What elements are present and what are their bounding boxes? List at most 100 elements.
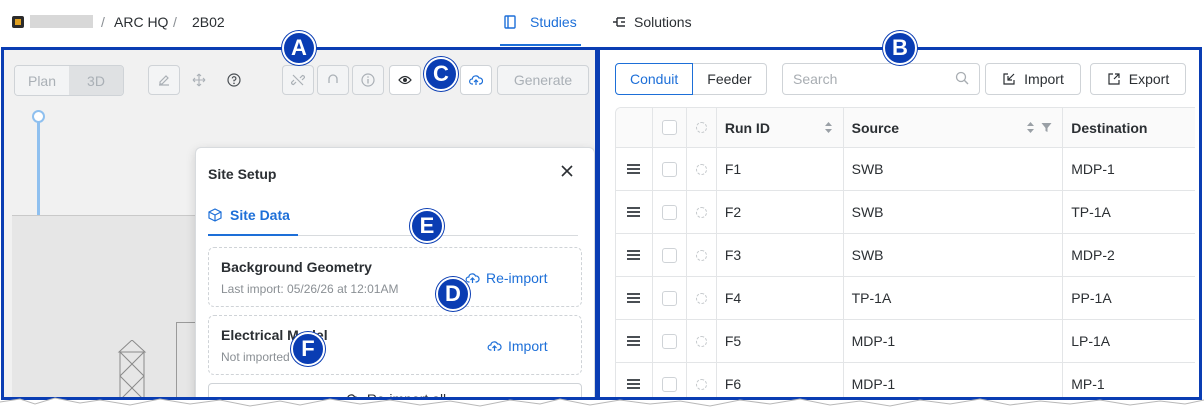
background-geometry-status: Last import: 05/26/26 at 12:01AM [221,282,399,296]
drag-handle-icon [627,336,641,346]
drag-handle[interactable] [616,277,653,319]
breadcrumb-room[interactable]: 2B02 [192,14,225,30]
info-icon [361,73,375,87]
status-dot-icon [695,163,707,175]
table-row[interactable]: F4 TP-1A PP-1A [616,277,1195,320]
destination-header[interactable]: Destination [1063,108,1195,147]
row-checkbox[interactable] [661,161,677,177]
feeder-tab[interactable]: Feeder [693,63,767,95]
move-button[interactable] [183,65,215,95]
drag-handle[interactable] [616,234,653,276]
annotation-marker-c: C [424,57,458,91]
drag-handle[interactable] [616,148,653,190]
document-icon [504,15,516,29]
undo-button[interactable] [317,65,349,95]
table-row[interactable]: F1 SWB MDP-1 [616,148,1195,191]
source-cell: SWB [844,191,1064,233]
drag-handle[interactable] [616,320,653,362]
popover-title: Site Setup [208,166,277,182]
run-type-toggle: Conduit Feeder [615,63,767,95]
background-geometry-title: Background Geometry [221,259,372,275]
export-icon [1108,73,1120,85]
table-row[interactable]: F2 SWB TP-1A [616,191,1195,234]
status-dot-icon [695,249,707,261]
status-dot-icon [695,122,707,133]
run-id-header[interactable]: Run ID [717,108,844,147]
import-electrical-button[interactable]: Import [487,338,548,354]
table-row[interactable]: F3 SWB MDP-2 [616,234,1195,277]
row-checkbox[interactable] [661,204,677,220]
destination-cell: PP-1A [1071,290,1112,306]
org-name-redacted [30,15,93,28]
row-select-cell [653,320,687,362]
building-tower [117,340,147,397]
source-header[interactable]: Source [844,108,1064,147]
run-id-cell: F3 [717,234,844,276]
row-checkbox[interactable] [661,290,677,306]
table-row[interactable]: F6 MDP-1 MP-1 [616,363,1195,397]
source-cell: SWB [844,148,1064,190]
drag-handle[interactable] [616,363,653,397]
reimport-background-button[interactable]: Re-import [465,270,547,286]
status-dot-icon [695,378,707,390]
table-panel: Conduit Feeder Import Export Run ID Sour… [597,47,1202,400]
tab-solutions[interactable]: Solutions [612,14,692,30]
row-status-cell [687,148,717,190]
row-select-cell [653,363,687,397]
row-status-cell [687,320,717,362]
generate-button[interactable]: Generate [497,65,589,95]
site-setup-upload-button[interactable] [460,65,492,95]
edit-button[interactable] [148,65,180,95]
destination-cell: MDP-2 [1071,247,1115,263]
reimport-background-label: Re-import [486,270,548,286]
breadcrumb-separator: / [101,14,105,30]
drag-handle[interactable] [616,191,653,233]
import-icon [1003,73,1015,85]
level-slider-handle[interactable] [32,110,45,123]
export-label: Export [1128,71,1170,87]
drag-handle-icon [627,250,641,260]
export-button[interactable]: Export [1090,63,1186,95]
breadcrumb-separator: / [173,14,177,30]
annotation-marker-a: A [282,31,316,65]
unlink-button[interactable] [282,65,314,95]
source-cell: MDP-1 [844,363,1064,397]
top-bar: / ARC HQ / 2B02 Studies Solutions [0,0,1204,47]
visibility-button[interactable] [389,65,421,95]
electrical-model-card: Electrical Model Not imported Import [208,315,582,375]
breadcrumb-project[interactable]: ARC HQ [114,14,168,30]
site-setup-popover: Site Setup Site Data Background Geometry… [195,147,595,397]
status-dot-icon [695,335,707,347]
unlink-icon [291,74,305,86]
search-input[interactable] [782,63,980,95]
close-icon[interactable] [558,162,576,180]
row-checkbox[interactable] [661,247,677,263]
plan-view-button[interactable]: Plan [15,66,69,95]
row-checkbox[interactable] [661,333,677,349]
cloud-upload-icon [487,341,502,351]
table-row[interactable]: F5 MDP-1 LP-1A [616,320,1195,363]
conduit-tab[interactable]: Conduit [615,63,694,95]
source-cell: MDP-1 [844,320,1064,362]
help-button[interactable] [218,65,250,95]
run-id-cell: F4 [717,277,844,319]
tab-studies[interactable]: Studies [500,14,581,46]
filter-icon[interactable] [1041,122,1052,133]
row-checkbox[interactable] [661,376,677,392]
tab-site-data[interactable]: Site Data [208,207,290,223]
source-cell: SWB [844,234,1064,276]
select-all-checkbox[interactable] [661,120,677,135]
row-status-cell [687,191,717,233]
drag-handle-icon [627,293,641,303]
sort-icon[interactable] [824,121,833,134]
3d-view-button[interactable]: 3D [69,66,123,95]
info-button[interactable] [352,65,384,95]
run-id-cell: F1 [717,148,844,190]
cube-icon [208,208,222,222]
annotation-marker-d: D [436,277,470,311]
sort-icon[interactable] [1026,121,1035,134]
table-body: F1 SWB MDP-1 F2 SWB TP-1A F3 SWB MDP-2 F4 TP-1A PP-… [616,148,1195,397]
import-button[interactable]: Import [985,63,1081,95]
annotation-marker-b: B [883,31,917,65]
destination-cell: MP-1 [1071,376,1105,392]
